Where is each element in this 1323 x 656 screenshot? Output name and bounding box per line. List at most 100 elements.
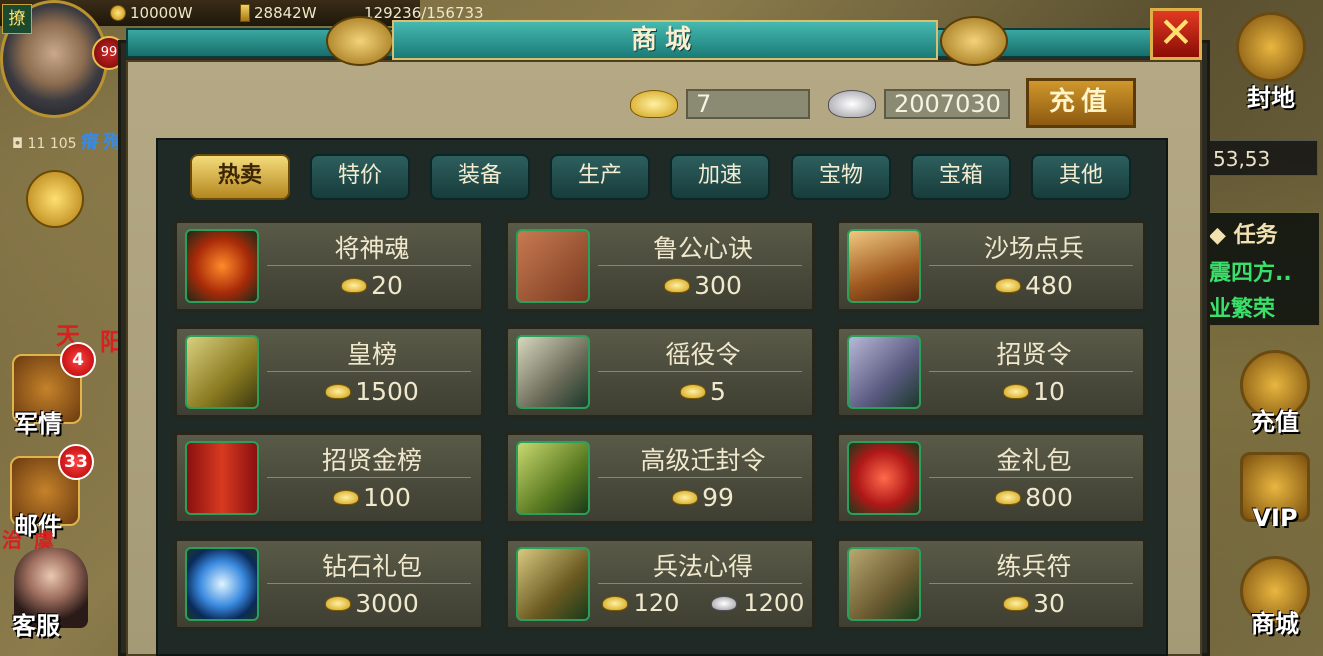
training-talisman-icon [847,547,921,621]
spirit-orb-icon [185,229,259,303]
task-line-2[interactable]: 业繁荣 [1209,291,1275,323]
gold-balance-field: 7 [686,89,810,119]
item-name: 皇榜 [346,340,397,369]
item-price: 480 [929,271,1139,300]
item-price: 1500 [267,377,477,406]
item-name: 高级迁封令 [640,446,766,475]
small-num: 105 [49,136,77,152]
shop-item-card[interactable]: 钻石礼包 3000 [174,538,484,630]
item-price-value: 10 [1033,377,1065,406]
tab-hot[interactable]: 热卖 [190,154,290,200]
item-name: 钻石礼包 [321,552,422,581]
shop-item-card[interactable]: 将神魂 20 [174,220,484,312]
item-price: 10 [929,377,1139,406]
shop-item-card[interactable]: 沙场点兵 480 [836,220,1146,312]
gold-ingot-icon [995,490,1022,505]
banner-flag-icon[interactable] [26,170,84,228]
item-price-value: 100 [363,483,411,512]
small-info: 11 [27,136,46,152]
item-name: 金礼包 [996,446,1072,475]
task-title: ◆ 任务 [1209,217,1278,249]
silver-balance-field: 2007030 [884,89,1010,119]
item-price-value: 480 [1025,271,1073,300]
item-name: 鲁公心诀 [652,234,753,263]
silver-ingot-icon [711,595,738,611]
task-panel[interactable]: ◆ 任务 震四方.. 业繁荣 [1200,212,1320,326]
relocation-tag-icon [516,441,590,515]
item-price-value: 300 [694,271,742,300]
gold-resource: 10000W [110,4,193,22]
item-price: 100 [267,483,477,512]
item-price: 120 1200 [598,589,808,617]
shop-item-card[interactable]: 金礼包 800 [836,432,1146,524]
clock-icon: ◘ [12,136,24,152]
shop-item-card[interactable]: 练兵符 30 [836,538,1146,630]
item-name: 兵法心得 [652,552,753,581]
item-price: 800 [929,483,1139,512]
tab-chest[interactable]: 宝箱 [911,154,1011,200]
gift-box-icon [847,441,921,515]
food-value: 28842W [254,4,317,22]
gold-ingot-icon [325,596,352,611]
food-resource: 28842W [240,4,317,22]
stone-tablet-icon [516,229,590,303]
task-icon: ◆ [1209,223,1226,248]
recharge-button[interactable]: 充值 [1026,78,1136,128]
task-line-1[interactable]: 震四方.. [1209,255,1292,287]
item-name: 将神魂 [334,234,410,263]
item-price: 30 [929,589,1139,618]
item-name: 沙场点兵 [983,234,1084,263]
tab-speedup[interactable]: 加速 [670,154,770,200]
item-name: 徭役令 [665,340,741,369]
coin-icon [110,5,126,21]
diamond-icon [185,547,259,621]
shop-item-card[interactable]: 招贤令 10 [836,326,1146,418]
tab-equipment[interactable]: 装备 [430,154,530,200]
player-info-strip: ◘ 11 105 瘠 殉 [12,128,121,154]
item-name: 练兵符 [996,552,1072,581]
shop-item-card[interactable]: 高级迁封令 99 [505,432,815,524]
item-price-value: 30 [1033,589,1065,618]
shop-item-card[interactable]: 鲁公心诀 300 [505,220,815,312]
close-button[interactable]: ✕ [1150,8,1202,60]
gold-ingot-icon [1003,596,1030,611]
item-price-value: 5 [710,377,726,406]
shop-item-card[interactable]: 兵法心得 120 1200 [505,538,815,630]
shop-item-card[interactable]: 皇榜 1500 [174,326,484,418]
gold-ingot-icon [1003,384,1030,399]
item-price-value: 3000 [355,589,419,618]
item-price-value: 1500 [355,377,419,406]
shop-title: 商城 [630,25,699,55]
shop-item-card[interactable]: 徭役令 5 [505,326,815,418]
fief-label: 封地 [1247,84,1295,112]
tab-production[interactable]: 生产 [550,154,650,200]
strategy-book-icon [516,547,590,621]
recruit-token-icon [847,335,921,409]
gold-ingot-icon [664,278,691,293]
tab-special[interactable]: 特价 [310,154,410,200]
item-price-value: 800 [1025,483,1073,512]
avatar-tag: 撩 [2,4,32,34]
gold-ingot-icon [672,490,699,505]
title-ornament-left-icon [326,16,394,66]
gold-ingot-icon [601,595,628,611]
junqing-label: 军情 [14,410,62,438]
tab-treasure[interactable]: 宝物 [791,154,891,200]
item-price-value: 20 [371,271,403,300]
gold-ingot-icon [995,278,1022,293]
customer-service-label: 客服 [12,612,60,640]
small-tag: 瘠 [81,132,99,153]
item-price-value: 99 [702,483,734,512]
task-title-text: 任务 [1233,223,1278,248]
shop-item-card[interactable]: 招贤金榜 100 [174,432,484,524]
tab-other[interactable]: 其他 [1031,154,1131,200]
item-name: 招贤令 [996,340,1072,369]
fief-button[interactable] [1236,12,1306,82]
vip-label: VIP [1252,504,1298,532]
item-price: 99 [598,483,808,512]
gold-ingot-icon [325,384,352,399]
battlefield-icon [847,229,921,303]
mail-badge: 33 [58,444,94,480]
item-price: 300 [598,271,808,300]
gold-ingot-icon [341,278,368,293]
